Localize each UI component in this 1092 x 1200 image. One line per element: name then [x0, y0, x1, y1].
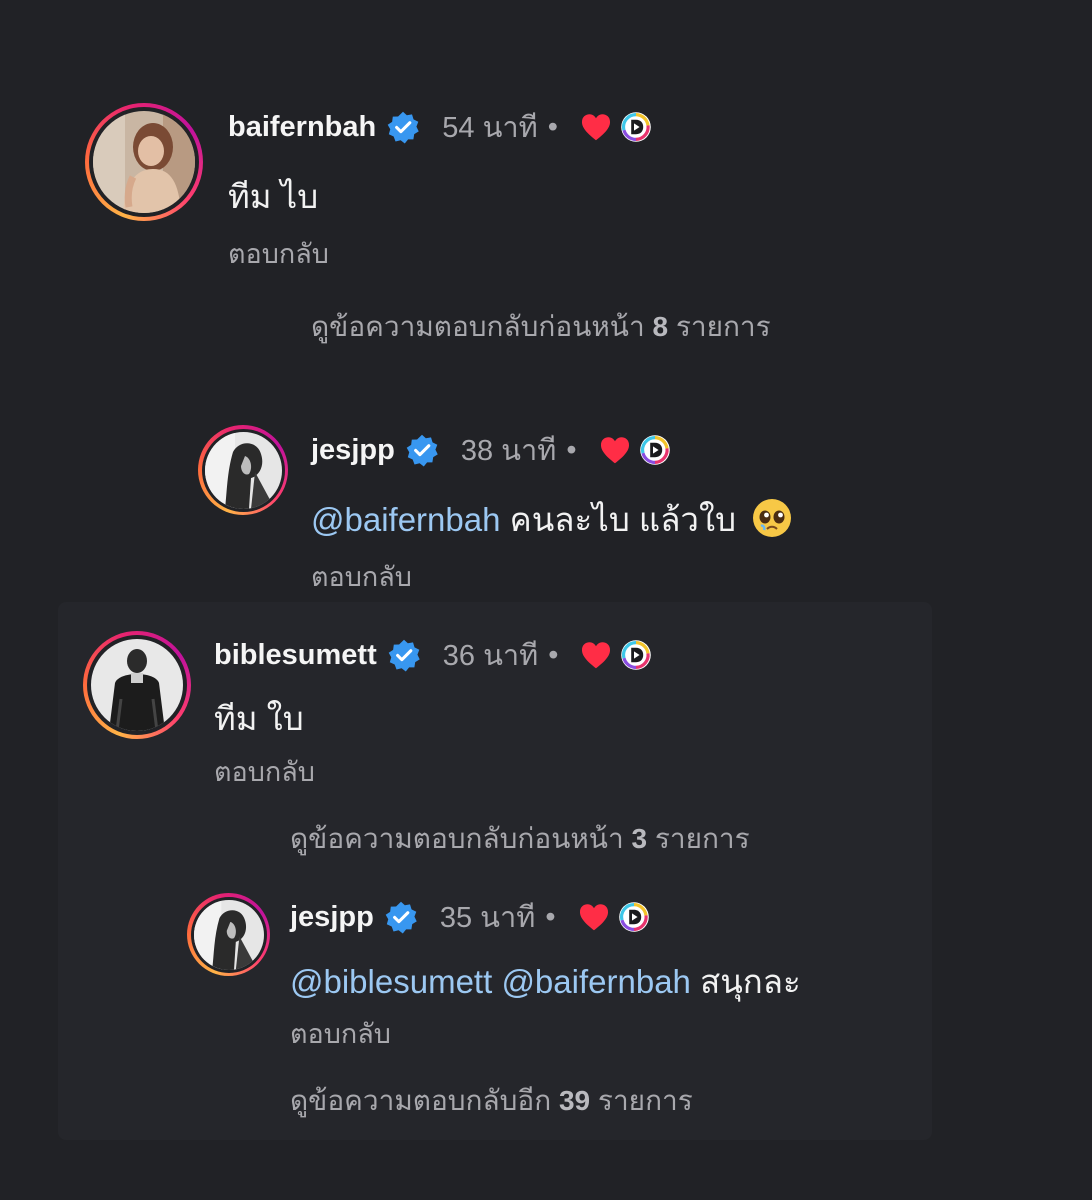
timestamp: 36 นาที [442, 640, 539, 672]
comment-text: @biblesumett @baifernbah สนุกละ [290, 955, 801, 1008]
avatar-jesjpp[interactable] [193, 899, 264, 970]
timestamp: 35 นาที [439, 902, 536, 934]
verified-badge-icon [384, 900, 418, 934]
username[interactable]: jesjpp [311, 434, 395, 467]
mention-link[interactable]: @biblesumett [290, 963, 492, 1000]
view-more-suffix: รายการ [675, 311, 771, 342]
comment-text: @baifernbah คนละไบ แล้วใบ [311, 493, 793, 546]
timestamp: 38 นาที [460, 435, 557, 467]
creator-liked-icon [620, 639, 652, 671]
comment-text-content: สนุกละ [700, 963, 801, 1000]
comment-text: ทีม ไบ [228, 178, 319, 215]
avatar-story-ring[interactable] [85, 103, 203, 221]
view-more-count: 8 [652, 311, 669, 342]
creator-liked-icon [618, 901, 650, 933]
view-more-prefix: ดูข้อความตอบกลับอีก [290, 1085, 552, 1116]
comment-text: ทีม ใบ [214, 700, 304, 737]
heart-icon[interactable] [580, 641, 612, 670]
view-more-suffix: รายการ [597, 1085, 693, 1116]
comments-screen: baifernbah 54 นาที • ทีม ไบ ตอบกลับ ดูข้… [0, 0, 1092, 1200]
separator-dot: • [545, 900, 556, 933]
verified-badge-icon [387, 638, 421, 672]
avatar-biblesumett[interactable] [91, 639, 183, 731]
heart-icon[interactable] [599, 436, 631, 465]
separator-dot: • [547, 110, 558, 143]
mention-link[interactable]: @baifernbah [501, 963, 690, 1000]
reply-button[interactable]: ตอบกลับ [228, 232, 329, 275]
view-previous-replies[interactable]: ดูข้อความตอบกลับก่อนหน้า 3 รายการ [290, 817, 750, 861]
view-more-prefix: ดูข้อความตอบกลับก่อนหน้า [311, 311, 645, 342]
avatar-story-ring[interactable] [187, 893, 270, 976]
view-more-prefix: ดูข้อความตอบกลับก่อนหน้า [290, 823, 624, 854]
separator-dot: • [548, 638, 559, 671]
heart-icon[interactable] [578, 903, 610, 932]
view-previous-replies[interactable]: ดูข้อความตอบกลับก่อนหน้า 8 รายการ [311, 305, 771, 349]
reply-button[interactable]: ตอบกลับ [290, 1012, 391, 1055]
reply-button[interactable]: ตอบกลับ [311, 555, 412, 598]
view-more-replies[interactable]: ดูข้อความตอบกลับอีก 39 รายการ [290, 1079, 693, 1123]
username[interactable]: baifernbah [228, 111, 376, 144]
avatar-story-ring[interactable] [83, 631, 191, 739]
reply-button[interactable]: ตอบกลับ [214, 750, 315, 793]
separator-dot: • [566, 433, 577, 466]
verified-badge-icon [405, 433, 439, 467]
timestamp: 54 นาที [442, 112, 538, 144]
comment-text-content: คนละไบ แล้วใบ [509, 501, 737, 538]
avatar-baifernbah[interactable] [93, 111, 195, 213]
avatar-jesjpp[interactable] [204, 431, 282, 509]
heart-icon[interactable] [580, 113, 612, 142]
verified-badge-icon [386, 110, 420, 144]
pleading-face-emoji [753, 499, 792, 537]
creator-liked-icon [620, 111, 652, 143]
creator-liked-icon [639, 434, 671, 466]
view-more-count: 3 [631, 823, 648, 854]
view-more-suffix: รายการ [654, 823, 750, 854]
mention-link[interactable]: @baifernbah [311, 501, 500, 538]
avatar-story-ring[interactable] [198, 425, 288, 515]
username[interactable]: biblesumett [214, 639, 377, 672]
username[interactable]: jesjpp [290, 901, 374, 934]
view-more-count: 39 [558, 1085, 591, 1116]
